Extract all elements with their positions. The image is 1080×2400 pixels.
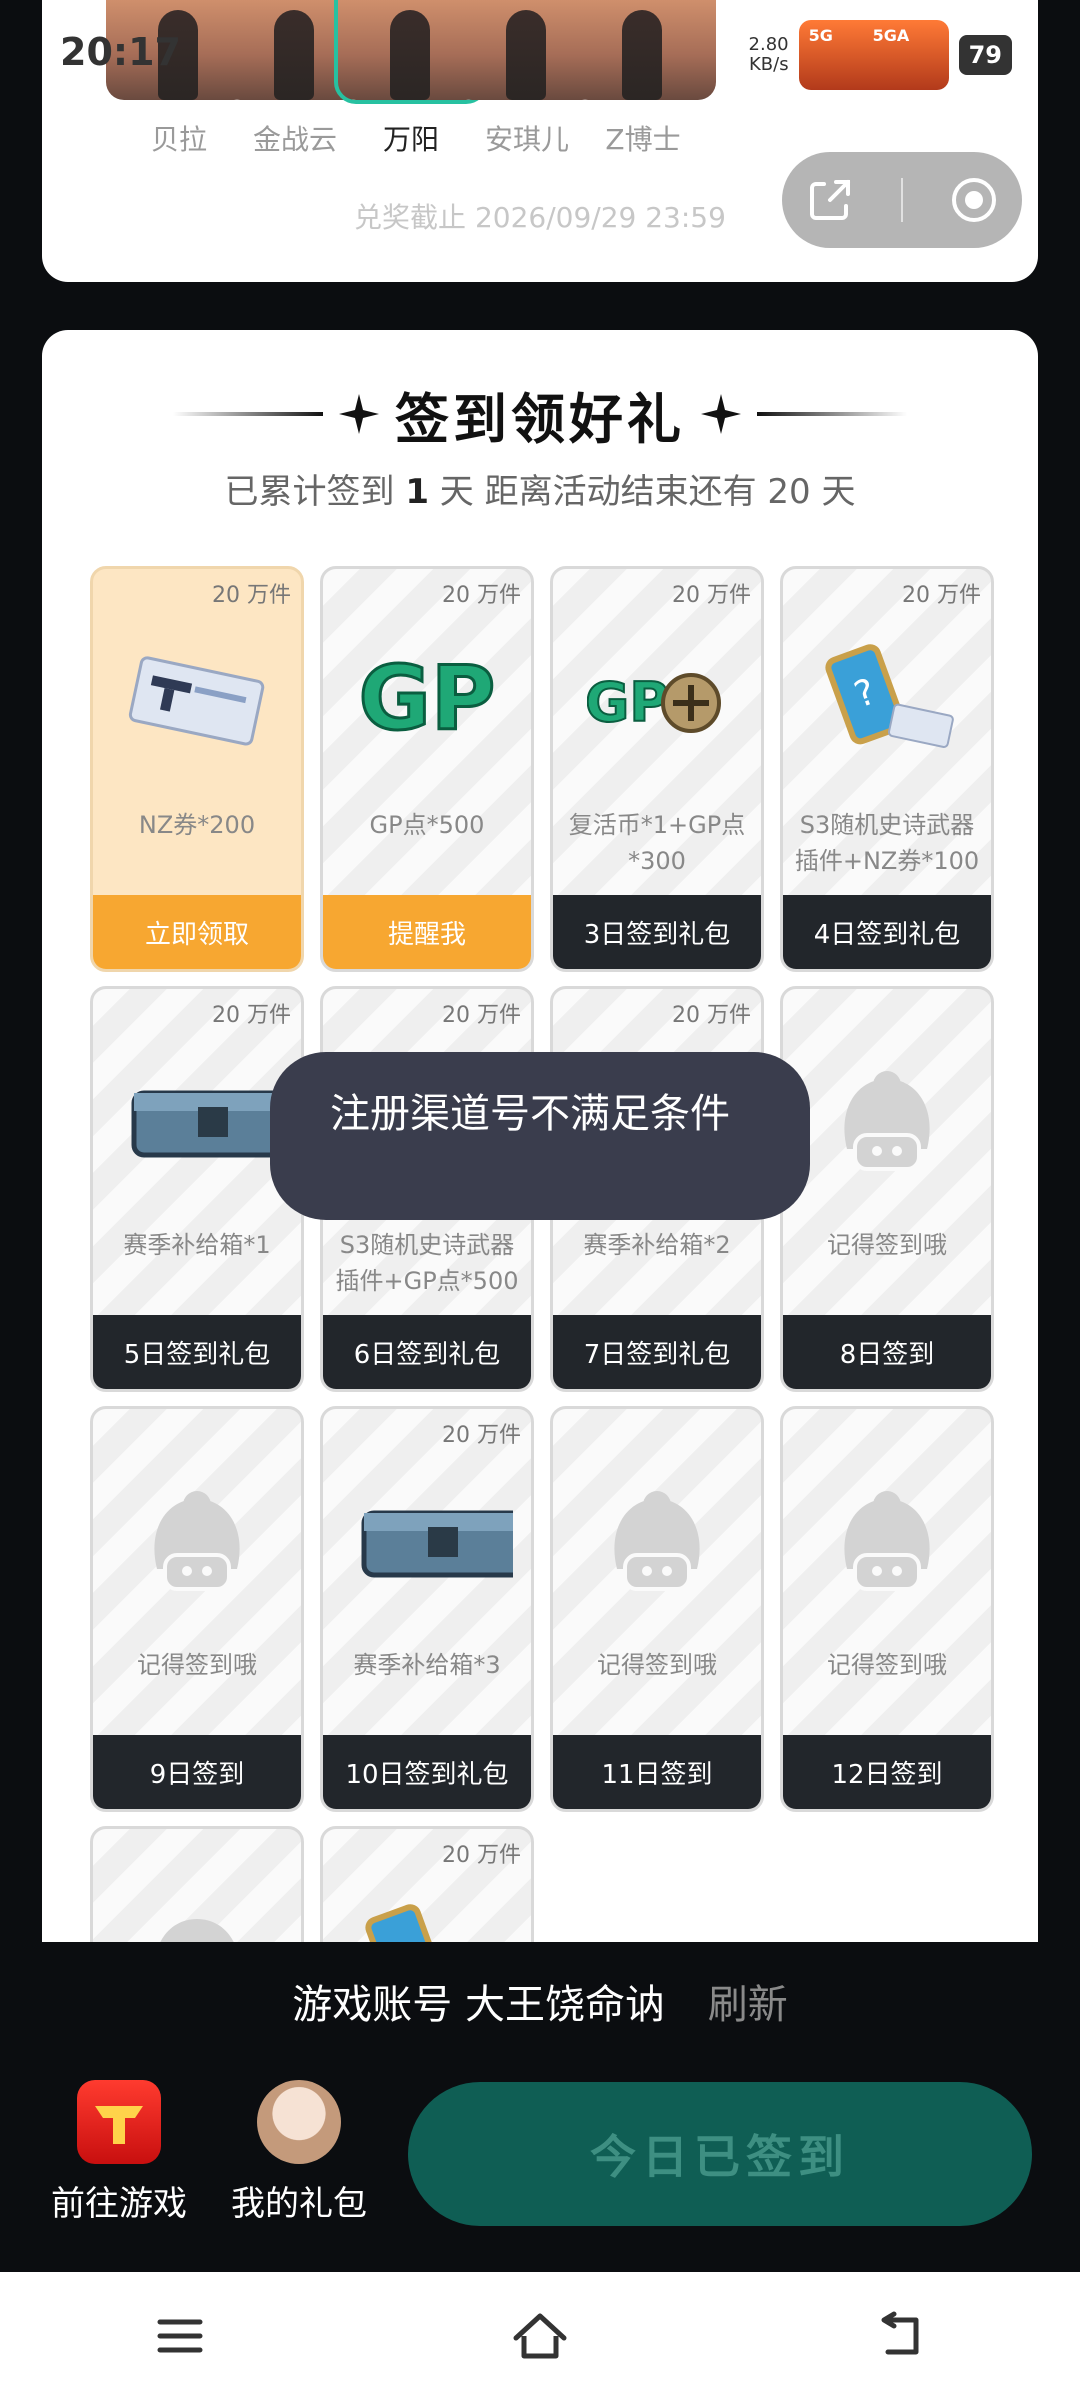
reward-cell-day4: 20 万件 ? S3随机史诗武器插件+NZ券*100 4日签到礼包 [780,566,994,972]
signin-title-row: 签到领好礼 [42,374,1038,454]
gift-avatar-icon [257,2080,341,2164]
day4-gift-button[interactable]: 4日签到礼包 [783,895,991,969]
reward-cell-day11: 记得签到哦 11日签到 [550,1406,764,1812]
day11-signin-button[interactable]: 11日签到 [553,1735,761,1809]
reward-desc: 记得签到哦 [597,1651,717,1679]
sparkle-icon [701,394,741,434]
signin-title: 签到领好礼 [395,387,685,451]
reward-cell-day2: 20 万件 GP GP点*500 提醒我 [320,566,534,972]
day6-gift-button[interactable]: 6日签到礼包 [323,1315,531,1389]
reward-cell-day8: 记得签到哦 8日签到 [780,986,994,1392]
gp-revive-icon: GP [587,670,721,735]
character-name: Z博士 [605,123,681,156]
reward-qty: 20 万件 [442,1003,521,1028]
signin-progress: 已累计签到 1 天 距离活动结束还有 20 天 [42,464,1038,513]
reward-qty: 20 万件 [442,1843,521,1868]
reward-desc: S3随机史诗武器插件+GP点*500 [335,1231,519,1295]
day9-signin-button[interactable]: 9日签到 [93,1735,301,1809]
gp-icon: GP [357,646,497,752]
refresh-link[interactable]: 刷新 [708,1982,788,2028]
svg-text:GP: GP [587,671,669,734]
reward-qty: 20 万件 [672,1003,751,1028]
reward-desc: GP点*500 [369,811,485,839]
reward-desc: 记得签到哦 [827,1651,947,1679]
reward-qty: 20 万件 [212,583,291,608]
placeholder-avatar-icon [614,1491,700,1591]
signed-in-today-button[interactable]: 今日已签到 [408,2082,1032,2226]
signal-5g: 5G [808,26,833,45]
status-time: 20:17 [60,30,181,74]
reward-cell-day5: 20 万件 赛季补给箱*1 5日签到礼包 [90,986,304,1392]
reward-desc: 记得签到哦 [137,1651,257,1679]
network-speed: 2.80 KB/s [749,35,789,75]
reward-desc: 赛季补给箱*1 [123,1231,271,1259]
battery-icon: 79 [958,35,1012,75]
placeholder-avatar-icon [844,1071,930,1171]
network-speed-unit: KB/s [748,54,789,75]
back-icon[interactable] [870,2306,930,2366]
reward-cell-day1: 20 万件 NZ券*200 立即领取 [90,566,304,972]
my-gifts-button[interactable]: 我的礼包 [224,2080,374,2225]
system-nav-bar [0,2272,1080,2400]
goto-game-button[interactable]: 前往游戏 [44,2080,194,2225]
supply-box-icon [361,1510,513,1578]
my-gifts-label: 我的礼包 [231,2184,367,2224]
sparkle-icon [339,394,379,434]
account-row: 游戏账号 大王饶命讷 刷新 [0,1972,1080,2030]
reward-qty: 20 万件 [442,1423,521,1448]
reward-qty: 20 万件 [902,583,981,608]
status-indicators: 2.80 KB/s 5G 5GA 79 [749,20,1012,90]
placeholder-avatar-icon [844,1491,930,1591]
day7-gift-button[interactable]: 7日签到礼包 [553,1315,761,1389]
account-label: 游戏账号 大王饶命讷 [292,1982,665,2028]
network-speed-value: 2.80 [748,34,789,55]
day3-gift-button[interactable]: 3日签到礼包 [553,895,761,969]
day12-signin-button[interactable]: 12日签到 [783,1735,991,1809]
reward-desc: 记得签到哦 [827,1231,947,1259]
bottom-panel: 游戏账号 大王饶命讷 刷新 前往游戏 我的礼包 今日已签到 [0,1942,1080,2272]
character-thumbnail [570,0,716,100]
reward-desc: 复活币*1+GP点*300 [568,811,746,875]
reward-cell-day9: 记得签到哦 9日签到 [90,1406,304,1812]
svg-text:GP: GP [359,647,496,750]
reward-desc: S3随机史诗武器插件+NZ券*100 [794,811,980,875]
progress-suffix: 天 距离活动结束还有 20 天 [439,472,856,512]
title-decoration-left [173,412,323,416]
close-target-icon[interactable] [948,174,1000,226]
supply-box-icon [131,1090,283,1158]
mini-program-capsule [782,152,1022,248]
placeholder-avatar-icon [154,1491,240,1591]
reward-cell-day10: 20 万件 赛季补给箱*3 10日签到礼包 [320,1406,534,1812]
progress-days: 1 [405,472,429,512]
reward-desc: NZ券*200 [138,811,256,839]
progress-prefix: 已累计签到 [224,472,395,512]
reward-qty: 20 万件 [442,583,521,608]
day10-gift-button[interactable]: 10日签到礼包 [323,1735,531,1809]
reward-desc: 赛季补给箱*3 [353,1651,501,1679]
reward-qty: 20 万件 [672,583,751,608]
title-decoration-right [757,412,907,416]
weapon-plugin-icon: ? [825,644,954,748]
reward-cell-day3: 20 万件 GP 复活币*1+GP点*300 3日签到礼包 [550,566,764,972]
toast-message: 注册渠道号不满足条件 [270,1052,810,1220]
menu-icon[interactable] [150,2306,210,2366]
signal-icon: 5G 5GA [798,20,949,90]
share-icon[interactable] [804,174,856,226]
reward-qty: 20 万件 [212,1003,291,1028]
character-dr-z[interactable]: Z博士 [570,0,716,158]
claim-now-button[interactable]: 立即领取 [93,895,301,969]
reward-cell-day12: 记得签到哦 12日签到 [780,1406,994,1812]
reward-desc: 赛季补给箱*2 [583,1231,731,1259]
home-icon[interactable] [510,2306,570,2366]
day8-signin-button[interactable]: 8日签到 [783,1315,991,1389]
day5-gift-button[interactable]: 5日签到礼包 [93,1315,301,1389]
signal-5ga: 5GA [872,26,910,45]
ticket-icon [128,656,265,746]
goto-game-label: 前往游戏 [51,2184,187,2224]
game-logo-icon [77,2080,161,2164]
remind-me-button[interactable]: 提醒我 [323,895,531,969]
